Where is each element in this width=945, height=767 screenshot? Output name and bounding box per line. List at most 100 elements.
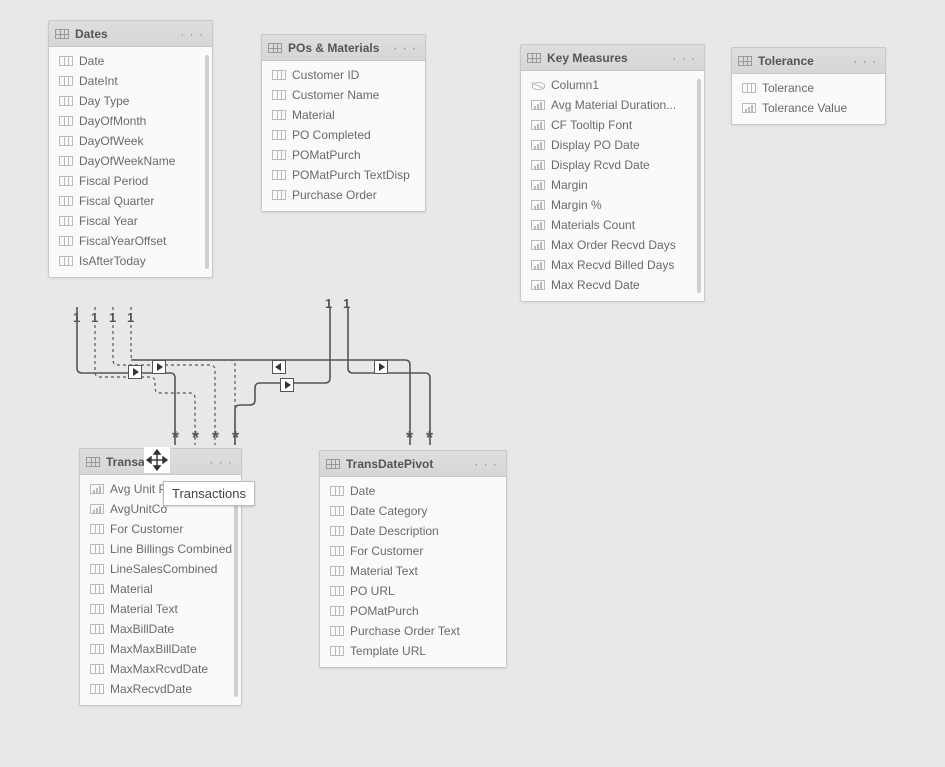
field-label: POMatPurch <box>292 148 361 162</box>
cardinality-one: 1 <box>91 310 98 325</box>
scrollbar[interactable] <box>205 55 209 269</box>
field-row[interactable]: Max Recvd Date <box>523 275 702 295</box>
field-row[interactable]: MaxMaxBillDate <box>82 639 239 659</box>
hidden-icon <box>531 80 545 90</box>
field-row[interactable]: DayOfMonth <box>51 111 210 131</box>
field-row[interactable]: Date <box>322 481 504 501</box>
field-row[interactable]: Fiscal Quarter <box>51 191 210 211</box>
column-icon <box>330 486 344 496</box>
field-row[interactable]: Max Recvd Billed Days <box>523 255 702 275</box>
table-tolerance[interactable]: Tolerance · · · Tolerance Tolerance Value <box>731 47 886 125</box>
cardinality-one: 1 <box>73 310 80 325</box>
table-header[interactable]: TransDatePivot · · · <box>320 451 506 477</box>
field-row[interactable]: Max Order Recvd Days <box>523 235 702 255</box>
field-row[interactable]: For Customer <box>322 541 504 561</box>
field-row[interactable]: MaxRecvdDate <box>82 679 239 699</box>
table-header[interactable]: Transa · · · <box>80 449 241 475</box>
more-icon[interactable]: · · · <box>851 54 879 68</box>
measure-icon <box>531 280 545 290</box>
field-row[interactable]: Column1 <box>523 75 702 95</box>
field-label: Tolerance Value <box>762 101 847 115</box>
table-transdatepivot[interactable]: TransDatePivot · · · DateDate CategoryDa… <box>319 450 507 668</box>
table-header[interactable]: POs & Materials · · · <box>262 35 425 61</box>
field-label: Column1 <box>551 78 599 92</box>
field-row[interactable]: Margin <box>523 175 702 195</box>
field-row[interactable]: Purchase Order <box>264 185 423 205</box>
field-label: Date <box>79 54 104 68</box>
field-row[interactable]: Fiscal Year <box>51 211 210 231</box>
field-row[interactable]: PO Completed <box>264 125 423 145</box>
field-row[interactable]: Tolerance Value <box>734 98 883 118</box>
field-row[interactable]: For Customer <box>82 519 239 539</box>
field-row[interactable]: Material <box>264 105 423 125</box>
field-row[interactable]: Material Text <box>322 561 504 581</box>
field-row[interactable]: Avg Material Duration... <box>523 95 702 115</box>
field-row[interactable]: FiscalYearOffset <box>51 231 210 251</box>
column-icon <box>742 83 756 93</box>
field-row[interactable]: Date <box>51 51 210 71</box>
field-row[interactable]: Material Text <box>82 599 239 619</box>
field-row[interactable]: POMatPurch <box>322 601 504 621</box>
more-icon[interactable]: · · · <box>472 457 500 471</box>
column-icon <box>330 606 344 616</box>
table-header[interactable]: Key Measures · · · <box>521 45 704 71</box>
column-icon <box>272 70 286 80</box>
scrollbar[interactable] <box>234 483 238 697</box>
field-row[interactable]: Fiscal Period <box>51 171 210 191</box>
table-pos-materials[interactable]: POs & Materials · · · Customer IDCustome… <box>261 34 426 212</box>
more-icon[interactable]: · · · <box>207 455 235 469</box>
field-row[interactable]: Line Billings Combined <box>82 539 239 559</box>
field-row[interactable]: DayOfWeekName <box>51 151 210 171</box>
field-row[interactable]: DayOfWeek <box>51 131 210 151</box>
field-row[interactable]: Template URL <box>322 641 504 661</box>
field-row[interactable]: MaxMaxRcvdDate <box>82 659 239 679</box>
field-row[interactable]: Date Description <box>322 521 504 541</box>
scrollbar[interactable] <box>697 79 701 293</box>
field-row[interactable]: PO URL <box>322 581 504 601</box>
field-row[interactable]: Customer Name <box>264 85 423 105</box>
more-icon[interactable]: · · · <box>391 41 419 55</box>
field-row[interactable]: MaxBillDate <box>82 619 239 639</box>
field-row[interactable]: Date Category <box>322 501 504 521</box>
field-label: Fiscal Quarter <box>79 194 154 208</box>
field-row[interactable]: IsAfterToday <box>51 251 210 271</box>
field-row[interactable]: Customer ID <box>264 65 423 85</box>
field-row[interactable]: Margin % <box>523 195 702 215</box>
field-row[interactable]: Display PO Date <box>523 135 702 155</box>
field-row[interactable]: Material <box>82 579 239 599</box>
field-row[interactable]: LineSalesCombined <box>82 559 239 579</box>
field-label: DayOfWeekName <box>79 154 175 168</box>
table-key-measures[interactable]: Key Measures · · · Column1 Avg Material D… <box>520 44 705 302</box>
field-label: MaxBillDate <box>110 622 174 636</box>
table-dates[interactable]: Dates · · · Date DateIntDay Type DayOfMont… <box>48 20 213 278</box>
field-row[interactable]: Purchase Order Text <box>322 621 504 641</box>
field-label: Customer ID <box>292 68 359 82</box>
field-row[interactable]: Materials Count <box>523 215 702 235</box>
table-header[interactable]: Tolerance · · · <box>732 48 885 74</box>
field-label: Avg Unit P <box>110 482 166 496</box>
cardinality-many: * <box>232 434 239 442</box>
column-icon <box>90 564 104 574</box>
more-icon[interactable]: · · · <box>178 27 206 41</box>
field-row[interactable]: CF Tooltip Font <box>523 115 702 135</box>
rel-direction-icon <box>374 360 388 374</box>
field-label: DayOfMonth <box>79 114 146 128</box>
table-icon <box>268 43 282 53</box>
field-list: Customer ID Customer NameMaterialPO Compl… <box>262 61 425 211</box>
field-row[interactable]: DateInt <box>51 71 210 91</box>
more-icon[interactable]: · · · <box>670 51 698 65</box>
field-row[interactable]: Day Type <box>51 91 210 111</box>
table-header[interactable]: Dates · · · <box>49 21 212 47</box>
column-icon <box>90 544 104 554</box>
field-row[interactable]: POMatPurch TextDisp <box>264 165 423 185</box>
field-label: Template URL <box>350 644 426 658</box>
field-label: Display PO Date <box>551 138 640 152</box>
table-title: TransDatePivot <box>346 457 472 471</box>
column-icon <box>330 586 344 596</box>
field-row[interactable]: POMatPurch <box>264 145 423 165</box>
model-canvas[interactable]: 1 1 1 1 1 1 * * * * * * Dates · · · Date… <box>0 0 945 767</box>
column-icon <box>90 584 104 594</box>
field-row[interactable]: Display Rcvd Date <box>523 155 702 175</box>
measure-icon <box>531 100 545 110</box>
field-row[interactable]: Tolerance <box>734 78 883 98</box>
